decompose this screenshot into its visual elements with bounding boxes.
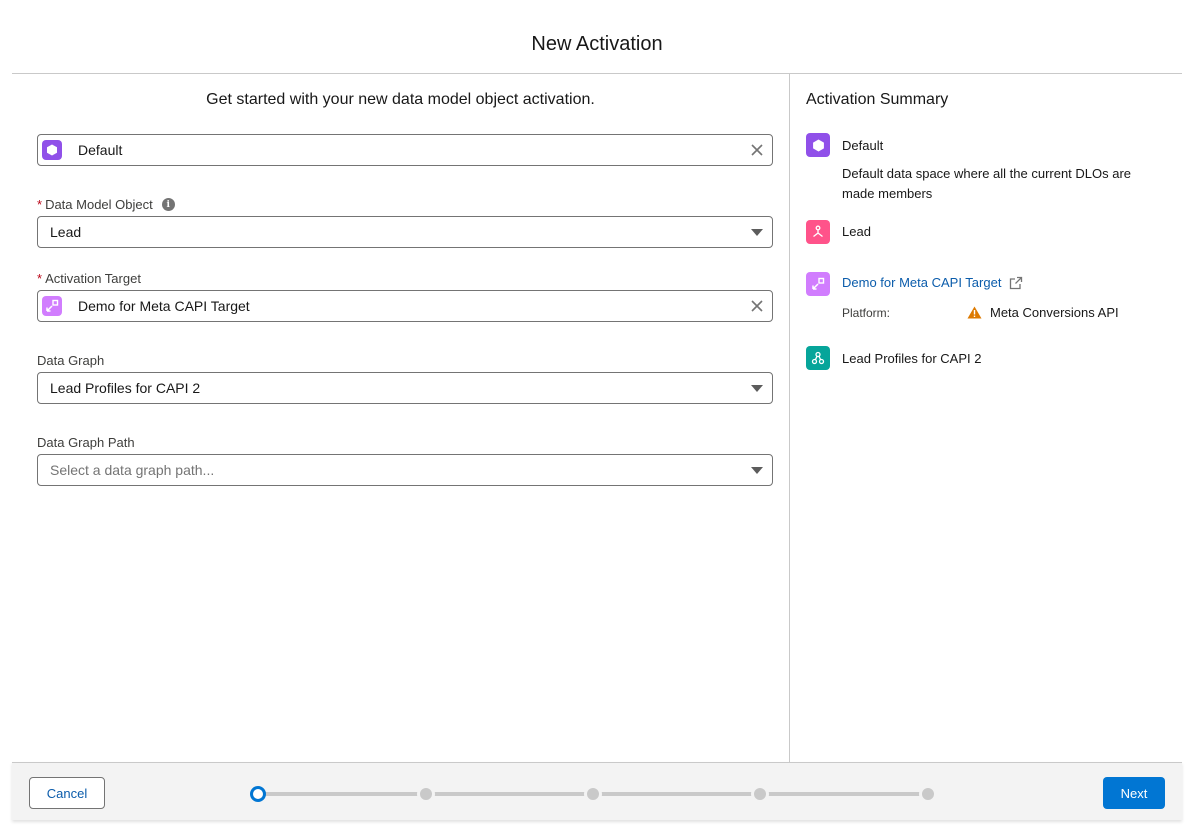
- data-graph-path-label: Data Graph Path: [37, 435, 135, 450]
- hexagon-icon: [42, 140, 62, 160]
- form-intro: Get started with your new data model obj…: [206, 91, 595, 108]
- progress-step-1[interactable]: [250, 786, 266, 802]
- activation-target-value: Demo for Meta CAPI Target: [78, 298, 250, 314]
- chevron-down-icon[interactable]: [742, 455, 772, 485]
- platform-value: Meta Conversions API: [967, 305, 1119, 320]
- activation-target-combobox[interactable]: Demo for Meta CAPI Target: [37, 290, 773, 322]
- activation-summary-panel: Activation Summary Default Default data …: [789, 74, 1182, 762]
- cancel-button[interactable]: Cancel: [29, 777, 105, 809]
- progress-step-5[interactable]: [919, 785, 937, 803]
- summary-target-name: Demo for Meta CAPI Target: [842, 275, 1002, 290]
- required-indicator: *: [37, 271, 43, 286]
- chevron-down-icon[interactable]: [742, 373, 772, 403]
- platform-value-text: Meta Conversions API: [990, 305, 1119, 320]
- data-graph-path-select[interactable]: Select a data graph path...: [37, 454, 773, 486]
- external-link-icon[interactable]: [1009, 276, 1023, 290]
- progress-indicator: [250, 785, 937, 803]
- summary-title: Activation Summary: [806, 91, 949, 108]
- data-graph-select[interactable]: Lead Profiles for CAPI 2: [37, 372, 773, 404]
- next-button[interactable]: Next: [1103, 777, 1165, 809]
- activation-target-label: * Activation Target: [37, 271, 141, 286]
- required-indicator: *: [37, 197, 43, 212]
- activation-form: Get started with your new data model obj…: [12, 74, 789, 762]
- data-space-value: Default: [78, 142, 123, 158]
- activation-target-icon: [42, 296, 62, 316]
- data-graph-value: Lead Profiles for CAPI 2: [50, 380, 201, 396]
- data-graph-label: Data Graph: [37, 353, 104, 368]
- data-space-combobox[interactable]: Default: [37, 134, 773, 166]
- close-icon[interactable]: [742, 135, 772, 165]
- data-model-object-select[interactable]: Lead: [37, 216, 773, 248]
- data-model-object-label-text: Data Model Object: [45, 197, 153, 212]
- data-graph-icon: [806, 346, 830, 370]
- modal-header: New Activation: [12, 0, 1182, 74]
- summary-data-space-name: Default: [842, 138, 884, 153]
- progress-step-4[interactable]: [751, 785, 769, 803]
- summary-dmo-name: Lead: [842, 224, 871, 239]
- platform-label: Platform:: [842, 306, 891, 320]
- data-graph-path-placeholder: Select a data graph path...: [50, 462, 215, 478]
- modal-title: New Activation: [531, 33, 663, 55]
- close-icon[interactable]: [742, 291, 772, 321]
- data-model-object-label: * Data Model Object i: [37, 197, 175, 212]
- warning-icon: [967, 306, 982, 319]
- object-icon: [806, 220, 830, 244]
- data-model-object-value: Lead: [50, 224, 82, 240]
- activation-target-icon: [806, 272, 830, 296]
- progress-step-3[interactable]: [584, 785, 602, 803]
- chevron-down-icon[interactable]: [742, 217, 772, 247]
- progress-step-2[interactable]: [417, 785, 435, 803]
- data-graph-path-label-text: Data Graph Path: [37, 435, 135, 450]
- summary-target-link[interactable]: Demo for Meta CAPI Target: [842, 275, 1023, 290]
- hexagon-icon: [806, 133, 830, 157]
- activation-target-label-text: Activation Target: [45, 271, 141, 286]
- summary-data-space-description: Default data space where all the current…: [842, 166, 1132, 201]
- summary-data-graph-name: Lead Profiles for CAPI 2: [842, 351, 982, 366]
- info-icon[interactable]: i: [161, 198, 175, 211]
- modal-footer: Cancel Next: [12, 762, 1182, 820]
- data-graph-label-text: Data Graph: [37, 353, 105, 368]
